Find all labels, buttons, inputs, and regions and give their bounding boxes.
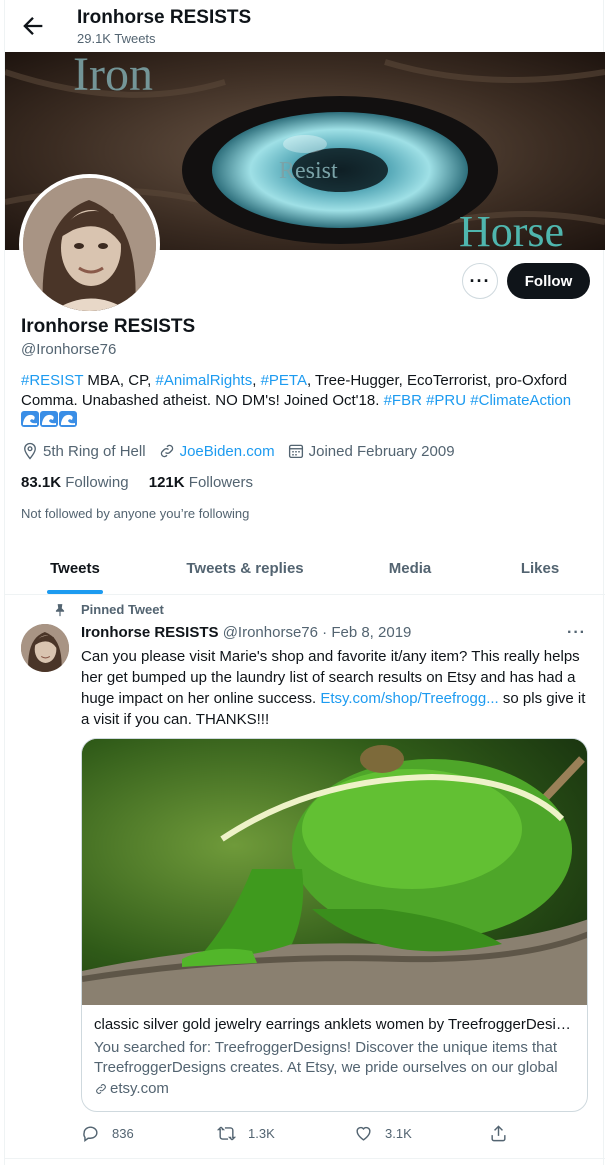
card-title: classic silver gold jewelry earrings ank…: [94, 1016, 574, 1033]
bio-text: MBA, CP,: [83, 372, 156, 389]
back-arrow-icon[interactable]: [19, 12, 47, 40]
pin-icon: [55, 603, 65, 616]
hashtag-pru[interactable]: #PRU: [426, 392, 466, 409]
card-image-frog: [82, 739, 587, 1005]
card-domain: etsy.com: [94, 1080, 574, 1097]
divider: [5, 1158, 605, 1159]
more-dots-icon: ···: [469, 270, 491, 291]
follow-stats: 83.1K Following 121K Followers: [21, 474, 253, 491]
pinned-indicator: Pinned Tweet: [53, 602, 164, 617]
share-button[interactable]: [489, 1124, 520, 1143]
tab-media[interactable]: Media: [345, 542, 475, 594]
header-title: Ironhorse RESISTS: [77, 7, 252, 28]
tab-tweets[interactable]: Tweets: [5, 542, 145, 594]
banner-word-horse: Horse: [459, 207, 564, 250]
not-followed-notice: Not followed by anyone you’re following: [21, 506, 250, 521]
link-icon: [96, 1083, 106, 1094]
wave-emoji-icon: [40, 411, 58, 427]
retweet-icon: [217, 1126, 236, 1141]
like-button[interactable]: 3.1K: [354, 1124, 412, 1143]
calendar-icon: [288, 444, 303, 459]
header-tweet-count: 29.1K Tweets: [77, 31, 156, 46]
following-link[interactable]: 83.1K Following: [21, 474, 129, 491]
location-item: 5th Ring of Hell: [21, 442, 146, 460]
bio-text: ,: [252, 372, 261, 389]
tweet-actions: 836 1.3K 3.1K: [81, 1124, 511, 1146]
retweet-count: 1.3K: [248, 1126, 275, 1141]
tweet-header: Ironhorse RESISTS @Ironhorse76 · Feb 8, …: [81, 624, 411, 641]
follow-button[interactable]: Follow: [507, 263, 590, 299]
website-link[interactable]: JoeBiden.com: [180, 443, 275, 460]
pinned-label: Pinned Tweet: [81, 602, 164, 617]
profile-name: Ironhorse RESISTS: [21, 316, 196, 337]
tweet-handle-date: @Ironhorse76 · Feb 8, 2019: [222, 624, 412, 641]
profile-bio: #RESIST MBA, CP, #AnimalRights, #PETA, T…: [21, 371, 593, 431]
hashtag-resist[interactable]: #RESIST: [21, 372, 83, 389]
wave-emoji-icon: [59, 411, 77, 427]
profile-avatar[interactable]: [19, 174, 160, 315]
card-domain-text: etsy.com: [110, 1080, 169, 1097]
wave-emoji-icon: [21, 411, 39, 427]
card-description: You searched for: TreefroggerDesigns! Di…: [94, 1039, 558, 1076]
heart-icon: [356, 1126, 371, 1141]
reply-count: 836: [112, 1126, 134, 1141]
card-body: classic silver gold jewelry earrings ank…: [94, 1015, 574, 1097]
profile-tabs: Tweets Tweets & replies Media Likes: [5, 542, 605, 595]
link-preview-card[interactable]: classic silver gold jewelry earrings ank…: [81, 738, 588, 1112]
profile-meta: 5th Ring of Hell JoeBiden.com Joined Feb…: [21, 442, 467, 460]
share-icon: [491, 1125, 506, 1142]
following-count: 83.1K: [21, 474, 62, 491]
top-bar: Ironhorse RESISTS 29.1K Tweets: [5, 0, 605, 52]
tweet-link[interactable]: Etsy.com/shop/Treefrogg...: [320, 690, 498, 707]
banner-word-iron: Iron: [73, 52, 153, 101]
website-item[interactable]: JoeBiden.com: [158, 442, 275, 460]
link-icon: [160, 444, 173, 458]
following-label: Following: [65, 474, 129, 491]
tweet-text: Can you please visit Marie's shop and fa…: [81, 646, 591, 730]
followers-label: Followers: [188, 474, 253, 491]
hashtag-climateaction[interactable]: #ClimateAction: [470, 392, 571, 409]
hashtag-animalrights[interactable]: #AnimalRights: [156, 372, 253, 389]
retweet-button[interactable]: 1.3K: [217, 1124, 275, 1143]
location-pin-icon: [24, 442, 36, 460]
tweet-avatar[interactable]: [21, 624, 69, 672]
like-count: 3.1K: [385, 1126, 412, 1141]
location-text: 5th Ring of Hell: [43, 442, 146, 460]
reply-icon: [83, 1126, 98, 1143]
banner-word-resist: Resist: [279, 158, 338, 184]
profile-handle: @Ironhorse76: [21, 341, 117, 358]
more-options-button[interactable]: ···: [462, 263, 498, 299]
joined-item: Joined February 2009: [287, 442, 455, 460]
reply-button[interactable]: 836: [81, 1124, 134, 1143]
followers-link[interactable]: 121K Followers: [149, 474, 253, 491]
tab-likes[interactable]: Likes: [475, 542, 605, 594]
profile-column: Ironhorse RESISTS 29.1K Tweets Iron Resi…: [4, 0, 605, 1165]
followers-count: 121K: [148, 474, 185, 491]
hashtag-fbr[interactable]: #FBR: [384, 392, 422, 409]
tweet-more-icon[interactable]: ···: [567, 624, 586, 642]
tweet-author[interactable]: Ironhorse RESISTS: [81, 624, 219, 641]
hashtag-peta[interactable]: #PETA: [261, 372, 307, 389]
tab-tweets-replies[interactable]: Tweets & replies: [145, 542, 345, 594]
joined-text: Joined February 2009: [308, 442, 455, 460]
